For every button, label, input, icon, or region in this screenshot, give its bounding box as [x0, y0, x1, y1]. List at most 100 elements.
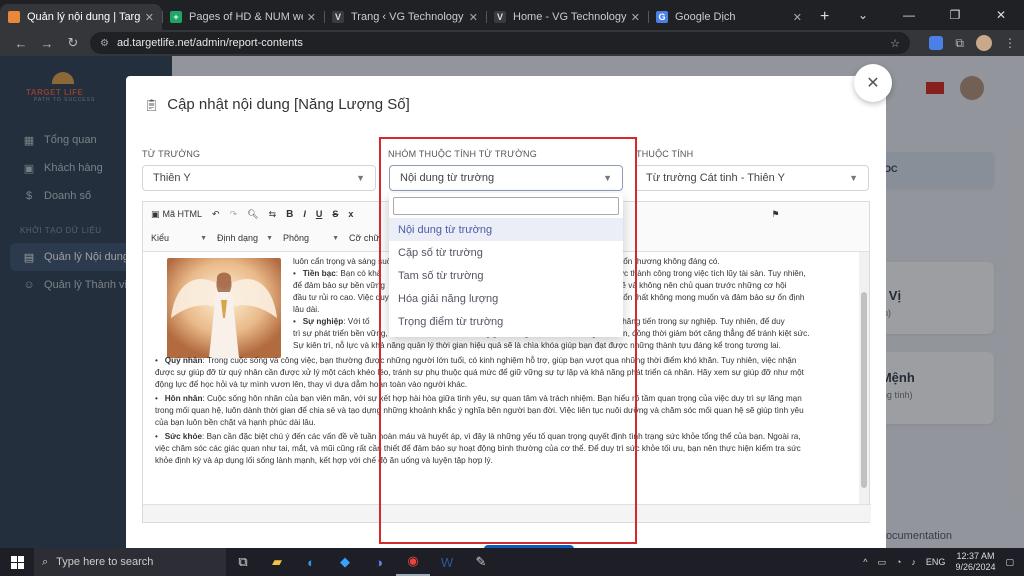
- browser-tab[interactable]: + Pages of HD & NUM web - Goo ✕: [162, 4, 324, 30]
- reload-icon[interactable]: ↻: [60, 35, 86, 51]
- attribute-label: THUỘC TÍNH: [636, 149, 694, 159]
- site-info-icon[interactable]: ⚙: [100, 38, 109, 49]
- sheets-favicon-icon: +: [170, 11, 182, 23]
- tray-chevron-icon[interactable]: ^: [863, 557, 867, 567]
- chevron-down-icon: ▼: [356, 173, 365, 183]
- find-icon[interactable]: 🔍︎: [247, 209, 258, 220]
- undo-icon[interactable]: ↶: [212, 209, 220, 220]
- task-view-icon[interactable]: ⧉: [226, 548, 260, 576]
- redo-icon[interactable]: ↷: [230, 209, 238, 220]
- source-html-button[interactable]: ▣ Mã HTML: [151, 209, 202, 220]
- close-tab-icon[interactable]: ✕: [469, 11, 478, 24]
- taskbar-search-placeholder: Type here to search: [56, 556, 154, 568]
- close-tab-icon[interactable]: ✕: [631, 11, 640, 24]
- font-dropdown[interactable]: Phông ▼: [283, 233, 339, 243]
- word-icon[interactable]: W: [430, 548, 464, 576]
- browser-tab[interactable]: Quản lý nội dung | Target Life ✕: [0, 4, 162, 30]
- clipboard-icon: 📋︎: [144, 97, 160, 112]
- style-label: Kiểu: [151, 233, 170, 243]
- language-indicator[interactable]: ENG: [926, 557, 946, 567]
- select-value: Từ trường Cát tinh - Thiên Y: [646, 172, 785, 184]
- window-controls: ⌄ — ❐ ✕: [840, 0, 1024, 30]
- content-line: đầu tư rủi ro cao. Việc duy: [293, 293, 389, 302]
- vg-favicon-icon: V: [494, 11, 506, 23]
- format-label: Định dạng: [217, 233, 259, 243]
- new-tab-button[interactable]: +: [810, 8, 839, 30]
- file-explorer-icon[interactable]: ▰: [260, 548, 294, 576]
- font-label: Phông: [283, 233, 310, 243]
- browser-tab-strip: Quản lý nội dung | Target Life ✕ + Pages…: [0, 0, 1024, 30]
- close-tab-icon[interactable]: ✕: [307, 11, 316, 24]
- volume-icon[interactable]: ♪: [911, 557, 916, 567]
- tab-title: Quản lý nội dung | Target Life: [27, 11, 141, 23]
- targetlife-favicon-icon: [8, 11, 20, 23]
- clock-date: 9/26/2024: [955, 562, 996, 572]
- tab-search-icon[interactable]: ⌄: [840, 0, 886, 30]
- content-line: của bạn luôn bền chặt và hạnh phúc dài l…: [155, 418, 316, 427]
- chevron-down-icon: ▼: [266, 234, 273, 242]
- close-tab-icon[interactable]: ✕: [793, 11, 802, 24]
- flag-anchor-icon[interactable]: ⚑: [771, 209, 779, 220]
- select-value: Thiên Y: [153, 172, 191, 184]
- browser-tab[interactable]: V Trang ‹ VG Technology — Word ✕: [324, 4, 486, 30]
- chrome-icon[interactable]: ◉: [396, 548, 430, 576]
- back-icon[interactable]: ←: [8, 36, 34, 51]
- url-field[interactable]: ⚙ ad.targetlife.net/admin/report-content…: [90, 32, 910, 54]
- style-dropdown[interactable]: Kiểu ▼: [151, 233, 207, 243]
- modal-header: 📋︎ Cập nhật nội dung [Năng Lượng Số]: [144, 96, 410, 113]
- windows-start-icon[interactable]: [0, 555, 34, 569]
- google-translate-favicon-icon: G: [656, 11, 668, 23]
- puzzle-extensions-icon[interactable]: ⧉: [955, 36, 964, 51]
- clock[interactable]: 12:37 AM 9/26/2024: [955, 551, 995, 573]
- tab-title: Home - VG Technology: [513, 11, 627, 23]
- source-icon: ▣: [151, 208, 160, 219]
- magnetic-field-label: TỪ TRƯỜNG: [142, 149, 201, 159]
- edge-browser-icon[interactable]: ◑: [362, 548, 396, 576]
- chevron-down-icon: ▼: [849, 173, 858, 183]
- close-window-button[interactable]: ✕: [978, 0, 1024, 30]
- menu-kebab-icon[interactable]: ⋮: [1004, 36, 1016, 50]
- content-line: • Sự nghiệp: Với tố: [293, 317, 370, 326]
- remove-format-button[interactable]: x: [348, 209, 353, 219]
- profile-avatar[interactable]: [976, 35, 992, 51]
- close-tab-icon[interactable]: ✕: [145, 11, 154, 24]
- search-icon: ⌕: [42, 555, 49, 568]
- content-line: • Tiền bạc: Bạn có khả: [293, 269, 382, 278]
- paint-icon[interactable]: ✎: [464, 548, 498, 576]
- replace-icon[interactable]: ⇆: [269, 209, 277, 220]
- edge-icon[interactable]: ◐: [294, 548, 328, 576]
- taskbar-search[interactable]: ⌕ Type here to search: [34, 548, 226, 576]
- modal-title: Cập nhật nội dung [Năng Lượng Số]: [167, 96, 410, 113]
- tab-title: Trang ‹ VG Technology — Word: [351, 11, 465, 23]
- restore-button[interactable]: ❐: [932, 0, 978, 30]
- italic-button[interactable]: I: [303, 209, 306, 219]
- minimize-button[interactable]: —: [886, 0, 932, 30]
- magnetic-field-select[interactable]: Thiên Y ▼: [142, 165, 376, 191]
- forward-icon[interactable]: →: [34, 36, 60, 51]
- underline-button[interactable]: U: [316, 209, 323, 219]
- url-text: ad.targetlife.net/admin/report-contents: [116, 37, 303, 49]
- chevron-down-icon: ▼: [200, 234, 207, 242]
- red-highlight-box: [379, 137, 637, 544]
- angel-image: [167, 258, 281, 358]
- vscode-icon[interactable]: ◆: [328, 548, 362, 576]
- content-line: lâu dài.: [293, 305, 320, 314]
- wifi-icon[interactable]: ◔: [896, 557, 901, 567]
- extension-icon[interactable]: [929, 36, 944, 50]
- editor-scrollbar[interactable]: [859, 252, 869, 506]
- tab-title: Pages of HD & NUM web - Goo: [189, 11, 303, 23]
- browser-tab[interactable]: G Google Dịch ✕: [648, 4, 810, 30]
- source-html-label: Mã HTML: [162, 209, 203, 219]
- strikethrough-button[interactable]: S: [332, 209, 338, 219]
- notifications-icon[interactable]: ▢: [1005, 557, 1014, 568]
- bookmark-star-icon[interactable]: ☆: [890, 37, 900, 50]
- close-modal-button[interactable]: ✕: [854, 64, 892, 102]
- size-label: Cỡ chữ: [349, 233, 380, 243]
- browser-tab[interactable]: V Home - VG Technology ✕: [486, 4, 648, 30]
- format-dropdown[interactable]: Định dạng ▼: [217, 233, 273, 243]
- network-icon[interactable]: ▭: [877, 557, 886, 568]
- bold-button[interactable]: B: [286, 209, 293, 220]
- scrollbar-thumb[interactable]: [861, 292, 867, 488]
- chevron-down-icon: ▼: [332, 234, 339, 242]
- attribute-select[interactable]: Từ trường Cát tinh - Thiên Y ▼: [635, 165, 869, 191]
